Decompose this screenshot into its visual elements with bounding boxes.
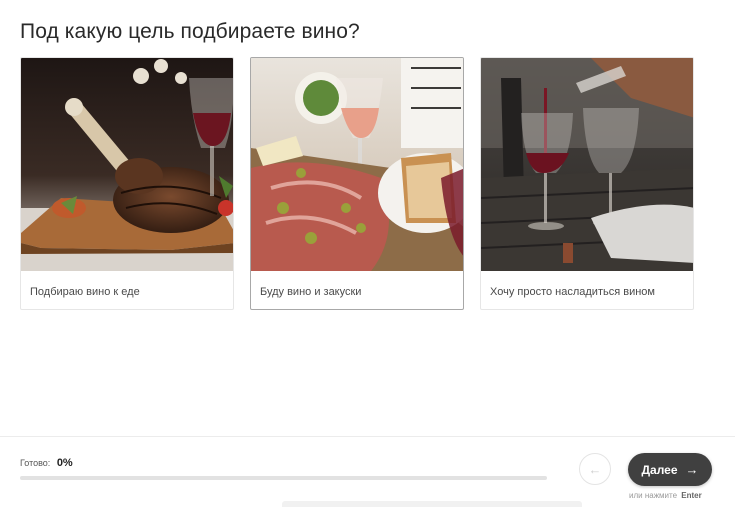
bottom-bar	[282, 501, 582, 507]
option-label: Подбираю вино к еде	[30, 286, 140, 298]
charcuterie-photo	[251, 58, 463, 271]
arrow-left-icon: ←	[588, 461, 602, 477]
hint-key: Enter	[681, 491, 702, 500]
option-card-snacks[interactable]: Буду вино и закуски	[250, 57, 464, 310]
next-button[interactable]: Далее →	[628, 453, 712, 486]
option-label: Хочу просто насладиться вином	[490, 286, 655, 298]
enter-hint: или нажмите Enter	[629, 491, 702, 500]
progress-value: 0%	[56, 457, 73, 469]
prev-button[interactable]: ←	[579, 453, 611, 485]
option-label: Буду вино и закуски	[260, 286, 362, 298]
next-button-label: Далее	[641, 462, 678, 477]
question-title: Под какую цель подбираете вино?	[20, 20, 360, 43]
steak-photo	[21, 58, 233, 271]
progress-caption: Готово:	[20, 458, 51, 468]
hint-text: или нажмите	[629, 491, 678, 500]
footer-divider	[0, 436, 735, 437]
progress-bar	[20, 476, 547, 480]
arrow-right-icon: →	[685, 462, 699, 477]
progress-label: Готово: 0%	[20, 457, 73, 469]
wine-pour-photo	[481, 58, 693, 271]
option-card-enjoy[interactable]: Хочу просто насладиться вином	[480, 57, 694, 310]
option-card-food[interactable]: Подбираю вино к еде	[20, 57, 234, 310]
